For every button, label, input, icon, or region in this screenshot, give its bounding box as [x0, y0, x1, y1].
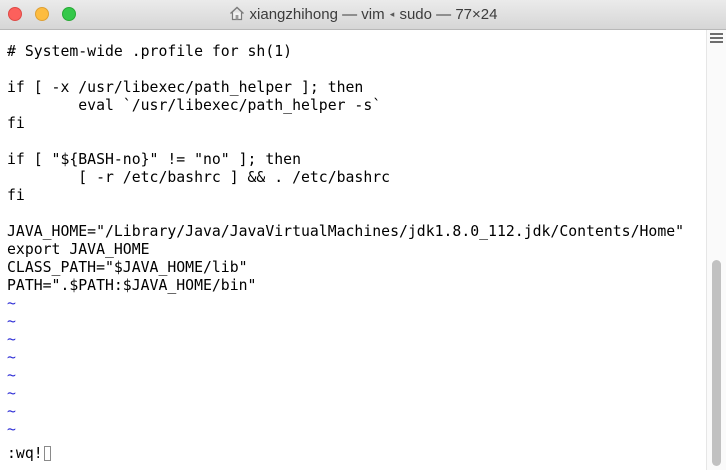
editor-line: if [ "${BASH-no}" != "no" ]; then [7, 151, 301, 168]
command-text: :wq! [7, 445, 43, 462]
empty-line-marker: ~ [7, 349, 16, 366]
title-arrow-icon: ◂ [389, 9, 395, 19]
empty-line-marker: ~ [7, 403, 16, 420]
editor-line: fi [7, 187, 25, 204]
empty-line-marker: ~ [7, 367, 16, 384]
text-cursor [43, 446, 51, 461]
home-icon [229, 6, 245, 25]
vim-editor-area[interactable]: # System-wide .profile for sh(1) if [ -x… [0, 30, 706, 470]
vertical-scrollbar[interactable] [706, 30, 726, 470]
editor-line: fi [7, 115, 25, 132]
editor-line: [ -r /etc/bashrc ] && . /etc/bashrc [7, 169, 391, 186]
scroll-grip-icon[interactable] [710, 33, 723, 45]
title-parent-process: sudo [399, 6, 432, 23]
title-separator: — [337, 6, 362, 23]
title-process: vim [361, 6, 385, 23]
empty-line-marker: ~ [7, 295, 16, 312]
empty-line-marker: ~ [7, 313, 16, 330]
title-separator: — [432, 6, 456, 23]
terminal-window: xiangzhihong — vim ◂ sudo — 77×24 # Syst… [0, 0, 726, 470]
empty-line-marker: ~ [7, 385, 16, 402]
editor-line: # System-wide .profile for sh(1) [7, 43, 293, 60]
editor-line: export JAVA_HOME [7, 241, 150, 258]
editor-line: if [ -x /usr/libexec/path_helper ]; then [7, 79, 364, 96]
empty-line-marker: ~ [7, 331, 16, 348]
vim-command-line[interactable]: :wq! [7, 445, 51, 463]
editor-line: eval `/usr/libexec/path_helper -s` [7, 97, 382, 114]
title-user: xiangzhihong [249, 6, 338, 23]
editor-line: CLASS_PATH="$JAVA_HOME/lib" [7, 259, 248, 276]
title-size: 77×24 [455, 6, 498, 23]
window-title: xiangzhihong — vim ◂ sudo — 77×24 [0, 6, 726, 24]
scrollbar-thumb[interactable] [712, 260, 721, 466]
title-bar[interactable]: xiangzhihong — vim ◂ sudo — 77×24 [0, 0, 726, 30]
editor-line: PATH=".$PATH:$JAVA_HOME/bin" [7, 277, 257, 294]
editor-line: JAVA_HOME="/Library/Java/JavaVirtualMach… [7, 223, 685, 240]
empty-line-marker: ~ [7, 421, 16, 438]
